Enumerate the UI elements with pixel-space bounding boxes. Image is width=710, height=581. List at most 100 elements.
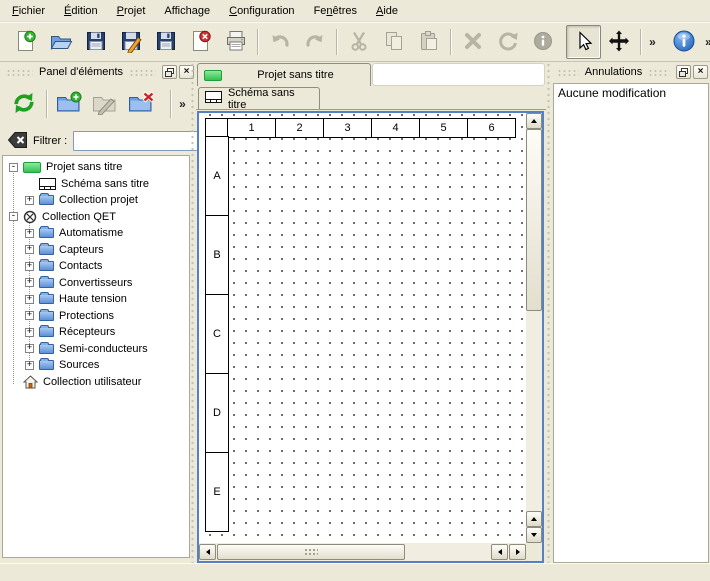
menu-fenetres[interactable]: Fenêtres — [306, 2, 365, 20]
collapse-icon[interactable]: - — [9, 163, 18, 172]
undo-button[interactable] — [262, 25, 297, 59]
tree-item-haute-tension[interactable]: + Haute tension — [3, 291, 189, 308]
paste-button[interactable] — [411, 25, 446, 59]
tree-item-label: Haute tension — [59, 293, 127, 305]
dock-grip — [129, 69, 156, 76]
clear-filter-button[interactable] — [5, 131, 29, 151]
expand-icon[interactable]: + — [25, 344, 34, 353]
tree-item-automatisme[interactable]: + Automatisme — [3, 225, 189, 242]
tree-item-semi-conducteurs[interactable]: + Semi-conducteurs — [3, 341, 189, 358]
float-dock-button[interactable] — [676, 65, 691, 79]
tree-item-sources[interactable]: + Sources — [3, 357, 189, 374]
tree-item-recepteurs[interactable]: + Récepteurs — [3, 324, 189, 341]
schema-icon — [39, 178, 56, 190]
panel-overflow-button[interactable]: » — [175, 97, 190, 111]
toolbar-overflow-button[interactable]: » — [701, 35, 710, 49]
about-button[interactable] — [666, 25, 701, 59]
open-button[interactable] — [43, 25, 78, 59]
triangle-down-icon — [531, 533, 537, 540]
tab-projet-sans-titre[interactable]: Projet sans titre — [197, 63, 371, 86]
schema-subwindow: 1 2 3 4 5 6 A B C D E — [197, 111, 544, 563]
tree-item-protections[interactable]: + Protections — [3, 308, 189, 325]
collapse-icon[interactable]: - — [9, 212, 18, 221]
scroll-left-button[interactable] — [199, 544, 216, 560]
delete-folder-icon — [127, 91, 155, 118]
row-header: D — [205, 373, 229, 453]
left-splitter[interactable] — [190, 62, 195, 563]
tree-item-contacts[interactable]: + Contacts — [3, 258, 189, 275]
tree-item-label: Schéma sans titre — [61, 178, 149, 190]
menu-fichier[interactable]: Fichier — [4, 2, 53, 20]
scroll-left-button[interactable] — [491, 544, 508, 560]
scroll-down-button[interactable] — [526, 527, 542, 543]
tree-item-collection-utilisateur[interactable]: Collection utilisateur — [3, 374, 189, 391]
rotate-button[interactable] — [490, 25, 525, 59]
expand-icon[interactable]: + — [25, 262, 34, 271]
save-button[interactable] — [78, 25, 113, 59]
expand-icon[interactable]: + — [25, 245, 34, 254]
expand-icon[interactable]: + — [25, 229, 34, 238]
tree-item-projet-sans-titre[interactable]: - Projet sans titre — [3, 159, 189, 176]
elements-panel-titlebar[interactable]: Panel d'éléments × — [2, 63, 194, 81]
scroll-right-button[interactable] — [509, 544, 526, 560]
undo-history-list[interactable]: Aucune modification — [553, 83, 709, 563]
tree-item-collection-qet[interactable]: - Collection QET — [3, 209, 189, 226]
print-button[interactable] — [218, 25, 253, 59]
triangle-left-icon — [203, 549, 210, 555]
copy-button[interactable] — [376, 25, 411, 59]
menu-affichage[interactable]: Affichage — [156, 2, 218, 20]
paste-icon — [417, 29, 441, 56]
expand-icon[interactable]: + — [25, 361, 34, 370]
menu-configuration[interactable]: Configuration — [221, 2, 302, 20]
elements-panel-title: Panel d'éléments — [37, 66, 125, 78]
column-header: 2 — [275, 118, 324, 138]
menu-projet[interactable]: Projet — [109, 2, 154, 20]
horizontal-scrollbar[interactable] — [199, 543, 526, 561]
close-file-button[interactable] — [183, 25, 218, 59]
save-all-button[interactable] — [148, 25, 183, 59]
elements-tree[interactable]: - Projet sans titre Schéma sans titre + … — [2, 155, 190, 558]
vertical-scroll-thumb[interactable] — [526, 129, 542, 311]
scroll-up-button[interactable] — [526, 113, 542, 129]
save-as-button[interactable] — [113, 25, 148, 59]
float-dock-button[interactable] — [162, 65, 177, 79]
tree-item-label: Protections — [59, 310, 114, 322]
menu-aide[interactable]: Aide — [368, 2, 406, 20]
expand-icon[interactable]: + — [25, 278, 34, 287]
delete-category-button[interactable] — [123, 86, 159, 122]
toolbar-overflow-button[interactable]: » — [645, 35, 660, 49]
reload-collections-button[interactable] — [6, 86, 42, 122]
expand-icon[interactable]: + — [25, 196, 34, 205]
panel-toolbar-separator — [170, 90, 171, 118]
delete-button[interactable] — [455, 25, 490, 59]
schema-canvas[interactable]: 1 2 3 4 5 6 A B C D E — [199, 113, 526, 543]
select-tool-button[interactable] — [566, 25, 601, 59]
vertical-scrollbar[interactable] — [526, 113, 542, 543]
scroll-up-button[interactable] — [526, 511, 542, 527]
move-tool-button[interactable] — [601, 25, 636, 59]
redo-button[interactable] — [297, 25, 332, 59]
undo-dock-titlebar[interactable]: Annulations × — [553, 63, 708, 81]
home-icon — [23, 375, 38, 389]
project-tabbar-empty-area — [372, 63, 545, 86]
triangle-right-icon — [516, 549, 523, 555]
toolbar-separator — [640, 29, 641, 55]
expand-icon[interactable]: + — [25, 328, 34, 337]
close-dock-button[interactable]: × — [693, 65, 708, 79]
tree-item-schema-sans-titre[interactable]: Schéma sans titre — [3, 176, 189, 193]
new-project-button[interactable] — [8, 25, 43, 59]
new-category-button[interactable] — [51, 86, 87, 122]
tree-item-collection-projet[interactable]: + Collection projet — [3, 192, 189, 209]
expand-icon[interactable]: + — [25, 295, 34, 304]
tab-schema-sans-titre[interactable]: Schéma sans titre — [198, 87, 320, 109]
tree-item-capteurs[interactable]: + Capteurs — [3, 242, 189, 259]
horizontal-scroll-thumb[interactable] — [217, 544, 405, 560]
info-button[interactable] — [525, 25, 560, 59]
menu-edition[interactable]: Édition — [56, 2, 106, 20]
expand-icon[interactable]: + — [25, 311, 34, 320]
tree-item-label: Collection projet — [59, 194, 138, 206]
edit-category-button[interactable] — [87, 86, 123, 122]
undo-list-item[interactable]: Aucune modification — [554, 84, 708, 102]
cut-button[interactable] — [341, 25, 376, 59]
tree-item-convertisseurs[interactable]: + Convertisseurs — [3, 275, 189, 292]
